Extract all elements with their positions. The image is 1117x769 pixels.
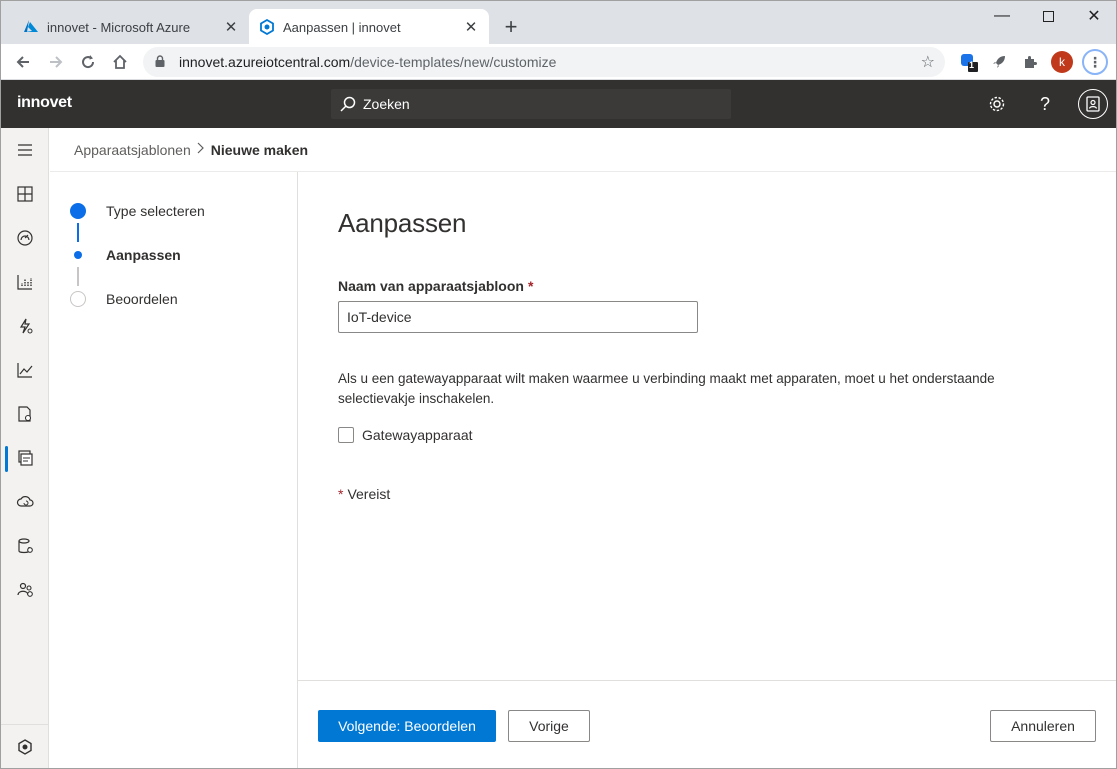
reload-icon[interactable] bbox=[74, 48, 102, 76]
close-tab-icon[interactable]: ✕ bbox=[461, 17, 481, 37]
jobs-icon bbox=[18, 406, 32, 422]
template-name-input[interactable] bbox=[338, 301, 698, 333]
data-export-icon bbox=[16, 496, 34, 507]
rules-icon bbox=[19, 318, 33, 334]
dashboard-icon bbox=[17, 186, 33, 202]
step-label: Aanpassen bbox=[106, 247, 181, 263]
device-groups-icon bbox=[17, 275, 32, 290]
lock-icon bbox=[155, 54, 169, 70]
breadcrumb: Apparaatsjablonen Nieuwe maken bbox=[50, 128, 1116, 172]
gateway-checkbox-row[interactable]: Gatewayapparaat bbox=[338, 427, 473, 443]
template-name-label: Naam van apparaatsjabloon * bbox=[338, 278, 533, 294]
extension-badge-icon[interactable]: 1 bbox=[956, 50, 980, 74]
analytics-icon bbox=[17, 363, 33, 378]
browser-tab-azure[interactable]: innovet - Microsoft Azure ✕ bbox=[13, 9, 249, 45]
azure-icon bbox=[23, 19, 39, 35]
iot-central-icon bbox=[18, 738, 32, 755]
nav-item-rules[interactable] bbox=[1, 304, 49, 348]
step-completed-dot bbox=[70, 203, 86, 219]
nav-item-device-groups[interactable] bbox=[1, 260, 49, 304]
back-icon[interactable] bbox=[9, 48, 37, 76]
step-label: Type selecteren bbox=[106, 203, 205, 219]
address-bar[interactable]: innovet.azureiotcentral.com/device-templ… bbox=[143, 47, 945, 77]
close-tab-icon[interactable]: ✕ bbox=[221, 17, 241, 37]
left-nav-rail bbox=[1, 128, 49, 768]
iot-central-icon bbox=[259, 19, 275, 35]
required-note-text: Vereist bbox=[347, 486, 391, 502]
previous-button[interactable]: Vorige bbox=[508, 710, 590, 742]
step-connector bbox=[77, 267, 79, 286]
browser-tab-iot-central[interactable]: Aanpassen | innovet ✕ bbox=[249, 9, 489, 45]
device-templates-icon bbox=[18, 450, 33, 466]
gateway-help-text: Als u een gatewayapparaat wilt maken waa… bbox=[338, 371, 995, 406]
settings-gear-icon[interactable] bbox=[985, 92, 1009, 116]
browser-tabstrip: innovet - Microsoft Azure ✕ Aanpassen | … bbox=[0, 0, 1117, 45]
chevron-right-icon bbox=[197, 142, 205, 157]
hamburger-icon bbox=[18, 144, 32, 156]
administration-icon bbox=[18, 538, 33, 554]
browser-menu-icon[interactable]: ⋮ bbox=[1082, 49, 1108, 75]
forward-icon[interactable] bbox=[42, 48, 70, 76]
new-tab-icon[interactable]: + bbox=[499, 14, 523, 39]
nav-item-data-export[interactable] bbox=[1, 480, 49, 524]
permissions-icon bbox=[17, 582, 33, 597]
required-asterisk: * bbox=[527, 278, 534, 294]
search-box[interactable]: Zoeken bbox=[331, 89, 731, 119]
step-pending-dot bbox=[70, 291, 86, 307]
search-icon bbox=[340, 96, 356, 112]
gateway-checkbox[interactable] bbox=[338, 427, 354, 443]
wizard-footer: Volgende: Beoordelen Vorige Annuleren bbox=[298, 680, 1116, 768]
cancel-button[interactable]: Annuleren bbox=[990, 710, 1096, 742]
extension-badge-count: 1 bbox=[969, 60, 975, 70]
home-icon[interactable] bbox=[106, 48, 134, 76]
bookmark-star-icon[interactable]: ☆ bbox=[921, 52, 935, 72]
next-review-button[interactable]: Volgende: Beoordelen bbox=[318, 710, 496, 742]
user-account-icon[interactable] bbox=[1078, 89, 1108, 119]
nav-item-analytics[interactable] bbox=[1, 348, 49, 392]
app-header: innovet Zoeken ? bbox=[0, 80, 1117, 128]
page-title: Aanpassen bbox=[338, 208, 467, 238]
help-icon[interactable]: ? bbox=[1033, 92, 1057, 116]
window-close-icon[interactable]: ✕ bbox=[1071, 1, 1117, 31]
nav-item-device-templates[interactable] bbox=[1, 436, 49, 480]
tab-title: innovet - Microsoft Azure bbox=[47, 19, 191, 35]
url-host: innovet.azureiotcentral.com bbox=[179, 54, 351, 70]
wizard-steps: Type selecteren Aanpassen Beoordelen bbox=[50, 172, 298, 768]
customize-form: Aanpassen Naam van apparaatsjabloon* Als… bbox=[298, 172, 1116, 680]
profile-avatar[interactable]: k bbox=[1051, 51, 1073, 73]
nav-menu-toggle[interactable] bbox=[1, 128, 49, 172]
nav-item-dashboards[interactable] bbox=[1, 172, 49, 216]
nav-item-iot-central-home[interactable] bbox=[1, 724, 49, 768]
nav-item-jobs[interactable] bbox=[1, 392, 49, 436]
nav-item-devices[interactable] bbox=[1, 216, 49, 260]
step-label: Beoordelen bbox=[106, 291, 178, 307]
required-note: * Vereist bbox=[338, 486, 390, 502]
puzzle-icon[interactable] bbox=[1018, 50, 1042, 74]
nav-item-permissions[interactable] bbox=[1, 568, 49, 612]
breadcrumb-link-device-templates[interactable]: Apparaatsjablonen bbox=[74, 142, 191, 158]
app-name[interactable]: innovet bbox=[17, 94, 72, 112]
gateway-checkbox-label[interactable]: Gatewayapparaat bbox=[362, 427, 473, 443]
tab-title: Aanpassen | innovet bbox=[283, 19, 401, 35]
search-placeholder: Zoeken bbox=[363, 96, 410, 112]
breadcrumb-current: Nieuwe maken bbox=[210, 141, 309, 158]
step-connector bbox=[77, 223, 79, 242]
nav-item-administration[interactable] bbox=[1, 524, 49, 568]
devices-icon bbox=[17, 230, 33, 246]
rocket-icon[interactable] bbox=[987, 50, 1011, 74]
maximize-icon[interactable] bbox=[1025, 1, 1071, 31]
template-name-label-text: Naam van apparaatsjabloon bbox=[338, 278, 524, 294]
required-asterisk: * bbox=[338, 486, 344, 502]
minimize-icon[interactable]: — bbox=[979, 1, 1025, 31]
browser-toolbar: innovet.azureiotcentral.com/device-templ… bbox=[0, 44, 1117, 80]
step-current-dot bbox=[74, 251, 82, 259]
url-path: /device-templates/new/customize bbox=[350, 54, 557, 70]
